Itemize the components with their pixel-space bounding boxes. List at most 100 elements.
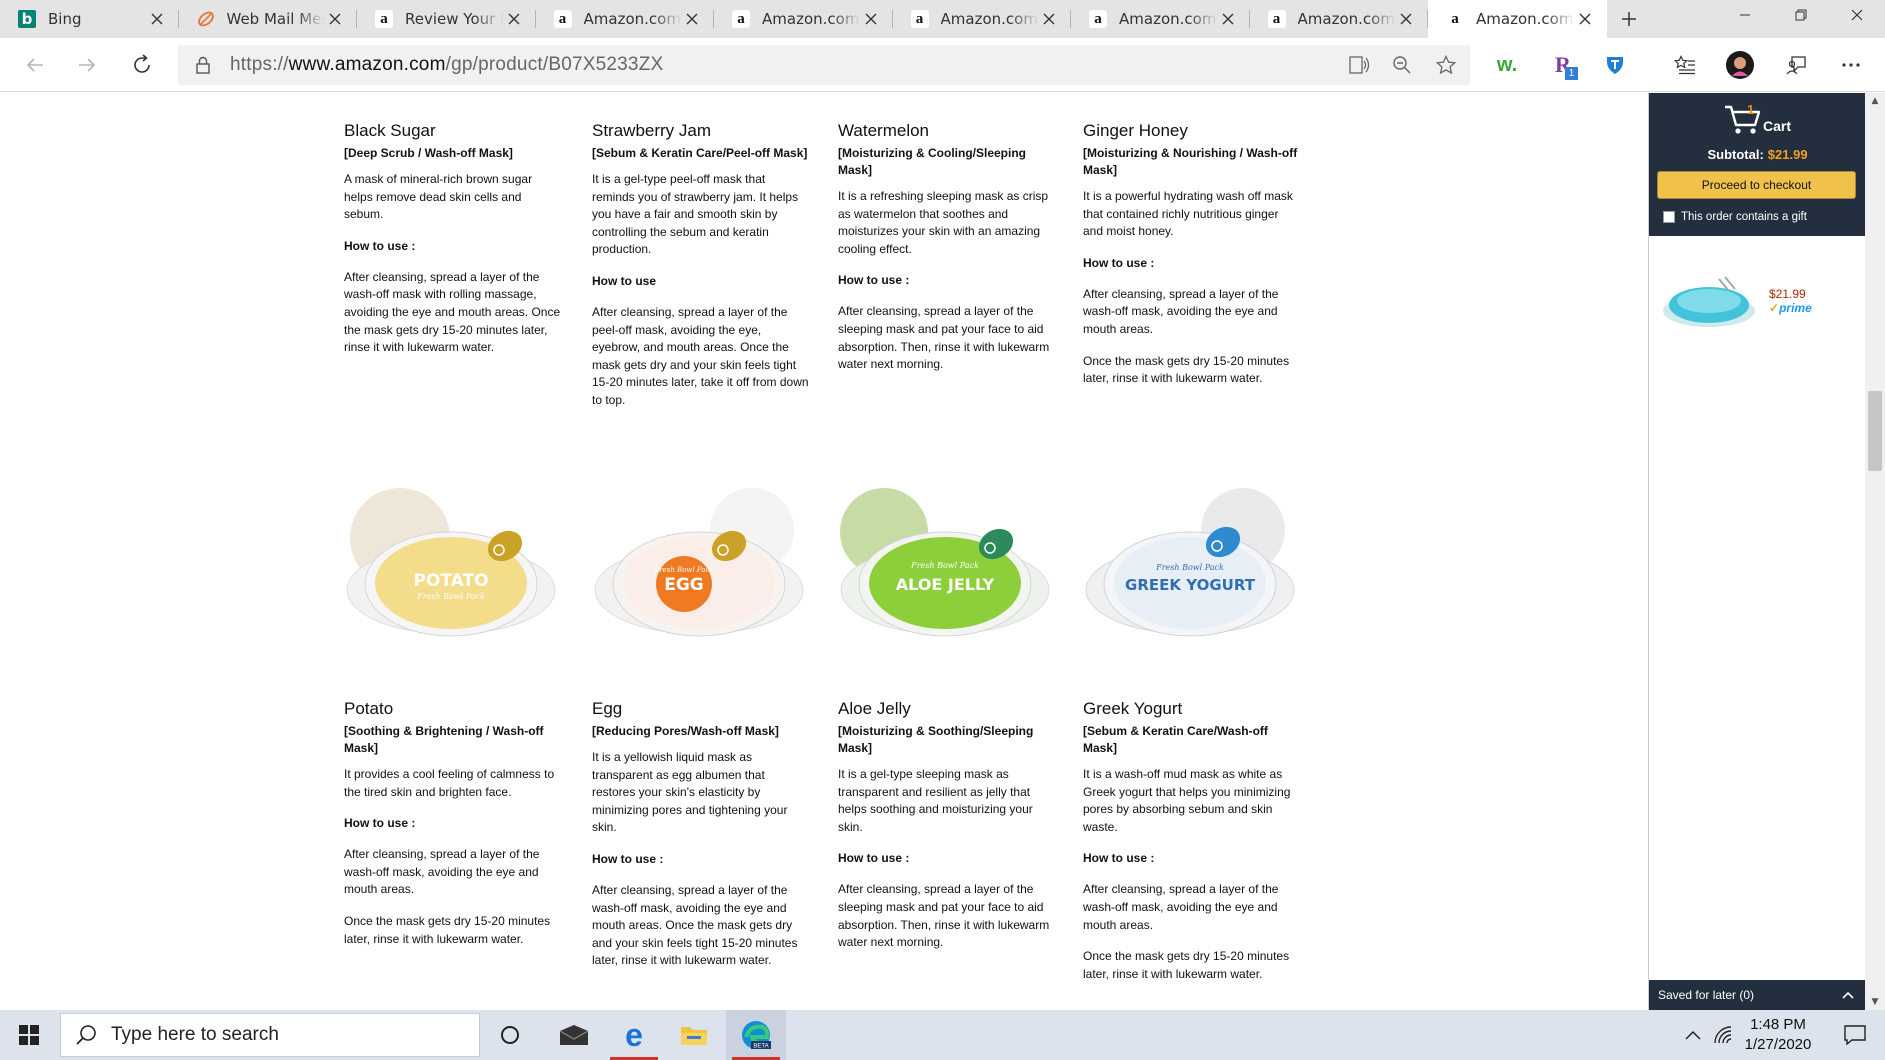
close-tab-icon[interactable]: [147, 9, 167, 29]
tab-review-purchase[interactable]: a Review Your Purchase: [357, 0, 536, 38]
extension-w-button[interactable]: w.: [1492, 50, 1522, 80]
network-status-button[interactable]: [1708, 1010, 1738, 1060]
back-button[interactable]: [20, 50, 50, 80]
taskbar-edge-app[interactable]: e: [604, 1010, 664, 1060]
w-logo: w.: [1496, 53, 1518, 76]
product-description: It is a powerful hydrating wash off mask…: [1083, 189, 1293, 239]
profile-button[interactable]: [1725, 50, 1755, 80]
search-placeholder: Type here to search: [111, 1024, 279, 1045]
close-tab-icon[interactable]: [861, 9, 881, 29]
product-name: Potato: [344, 699, 394, 718]
tab-title: Amazon.com: N: [583, 10, 683, 28]
potato-mask-image: POTATO Fresh Bowl Pack: [346, 488, 556, 637]
bing-icon: b: [18, 10, 36, 28]
taskbar-search-box[interactable]: Type here to search: [60, 1013, 480, 1057]
cart-subtotal: Subtotal: $21.99: [1649, 147, 1866, 162]
scroll-up-arrow-icon[interactable]: ▲: [1865, 93, 1885, 109]
extension-badge: 1: [1565, 67, 1578, 80]
url-scheme: https://: [230, 54, 289, 75]
chevron-up-icon[interactable]: [1840, 987, 1856, 1003]
start-button[interactable]: [0, 1010, 58, 1060]
show-hidden-icons-button[interactable]: [1678, 1010, 1708, 1060]
webmail-icon: [197, 10, 215, 28]
more-menu-button[interactable]: [1836, 50, 1866, 80]
folder-icon: [681, 1027, 707, 1045]
usage-step: After cleansing, spread a layer of the w…: [592, 882, 798, 968]
forward-button[interactable]: [72, 50, 102, 80]
amazon-icon: a: [553, 10, 572, 28]
product-name: Black Sugar: [344, 121, 436, 140]
mail-icon: [559, 1025, 589, 1045]
close-tab-icon[interactable]: [682, 9, 702, 29]
tab-amazon-1[interactable]: a Amazon.com: N: [536, 0, 715, 38]
usage-step: After cleansing, spread a layer of the w…: [344, 847, 540, 897]
how-to-use-heading: How to use :: [1083, 255, 1155, 270]
amazon-icon: a: [910, 10, 929, 28]
address-bar[interactable]: https://www.amazon.com/gp/product/B07X52…: [178, 45, 1470, 85]
tab-amazon-5[interactable]: a Amazon.com: L: [1250, 0, 1429, 38]
product-image-label: EGG: [664, 575, 704, 595]
close-tab-icon[interactable]: [1575, 9, 1595, 29]
restore-icon: [1795, 9, 1807, 21]
product-type: [Moisturizing & Soothing/Sleeping Mask]: [838, 724, 1034, 755]
close-tab-icon[interactable]: [504, 9, 524, 29]
restore-button[interactable]: [1773, 0, 1829, 30]
aloe-jelly-mask-image: ALOE JELLY Fresh Bowl Pack: [840, 488, 1050, 637]
scroll-down-arrow-icon[interactable]: ▼: [1865, 994, 1885, 1010]
zoom-icon[interactable]: [1392, 55, 1412, 75]
refresh-button[interactable]: [127, 50, 157, 80]
gift-option[interactable]: This order contains a gift: [1663, 211, 1807, 223]
proceed-to-checkout-button[interactable]: Proceed to checkout: [1657, 171, 1856, 199]
favorite-star-icon[interactable]: [1436, 55, 1456, 75]
product-description: A mask of mineral-rich brown sugar helps…: [344, 172, 533, 222]
task-view-button[interactable]: [480, 1010, 540, 1060]
minimize-icon: [1740, 14, 1750, 16]
tab-amazon-2[interactable]: a Amazon.com :: [714, 0, 893, 38]
read-aloud-icon[interactable]: [1348, 55, 1370, 75]
close-tab-icon[interactable]: [1396, 9, 1416, 29]
tab-amazon-active[interactable]: a Amazon.com :: [1428, 0, 1607, 38]
taskbar-mail-app[interactable]: [544, 1010, 604, 1060]
close-tab-icon[interactable]: [325, 9, 345, 29]
edge-icon: e: [625, 1017, 643, 1053]
taskbar-edge-beta-app[interactable]: BETA: [726, 1010, 786, 1060]
product-name: Egg: [592, 699, 623, 718]
how-to-use-heading: How to use :: [1083, 851, 1155, 866]
scrollbar-thumb[interactable]: [1868, 391, 1882, 471]
close-tab-icon[interactable]: [1039, 9, 1059, 29]
action-center-button[interactable]: [1830, 1010, 1880, 1060]
tab-title: Bing: [48, 10, 82, 28]
product-card-potato: Potato [Soothing & Brightening / Wash-of…: [344, 698, 562, 962]
extension-shield-button[interactable]: [1600, 50, 1630, 80]
new-tab-button[interactable]: [1607, 0, 1651, 38]
cart-sidebar: 1 Cart Subtotal: $21.99 Proceed to checko…: [1648, 93, 1866, 1010]
product-name: Ginger Honey: [1083, 121, 1188, 140]
product-image-label: ALOE JELLY: [896, 575, 995, 594]
cart-item-image[interactable]: [1659, 271, 1763, 333]
cart-summary: 1 Cart Subtotal: $21.99 Proceed to checko…: [1649, 93, 1866, 236]
tab-amazon-4[interactable]: a Amazon.com :: [1071, 0, 1250, 38]
close-window-button[interactable]: [1829, 0, 1885, 30]
taskbar-file-explorer[interactable]: [664, 1010, 724, 1060]
cart-label[interactable]: Cart: [1763, 118, 1791, 134]
prime-label: prime: [1779, 301, 1812, 315]
page-scrollbar[interactable]: ▲ ▼: [1865, 93, 1885, 1010]
tab-bing[interactable]: b Bing: [0, 0, 179, 38]
product-name: Watermelon: [838, 121, 930, 140]
cart-icon[interactable]: [1723, 103, 1763, 135]
product-name: Greek Yogurt: [1083, 699, 1183, 718]
taskbar-clock[interactable]: 1:48 PM 1/27/2020: [1738, 1015, 1818, 1055]
navigation-bar: https://www.amazon.com/gp/product/B07X52…: [0, 38, 1885, 92]
tab-webmail[interactable]: Web Mail Message: [179, 0, 358, 38]
tab-amazon-3[interactable]: a Amazon.com: A: [893, 0, 1072, 38]
gift-checkbox[interactable]: [1663, 211, 1675, 223]
extension-r-button[interactable]: R 1: [1548, 50, 1578, 80]
saved-for-later-bar[interactable]: Saved for later (0): [1649, 980, 1866, 1010]
chevron-up-icon: [1685, 1030, 1701, 1040]
usage-step: After cleansing, spread a layer of the w…: [1083, 286, 1279, 336]
url-host: www.amazon.com: [288, 54, 446, 75]
minimize-button[interactable]: [1717, 0, 1773, 30]
close-tab-icon[interactable]: [1218, 9, 1238, 29]
feedback-button[interactable]: [1782, 50, 1812, 80]
favorites-button[interactable]: [1670, 50, 1700, 80]
